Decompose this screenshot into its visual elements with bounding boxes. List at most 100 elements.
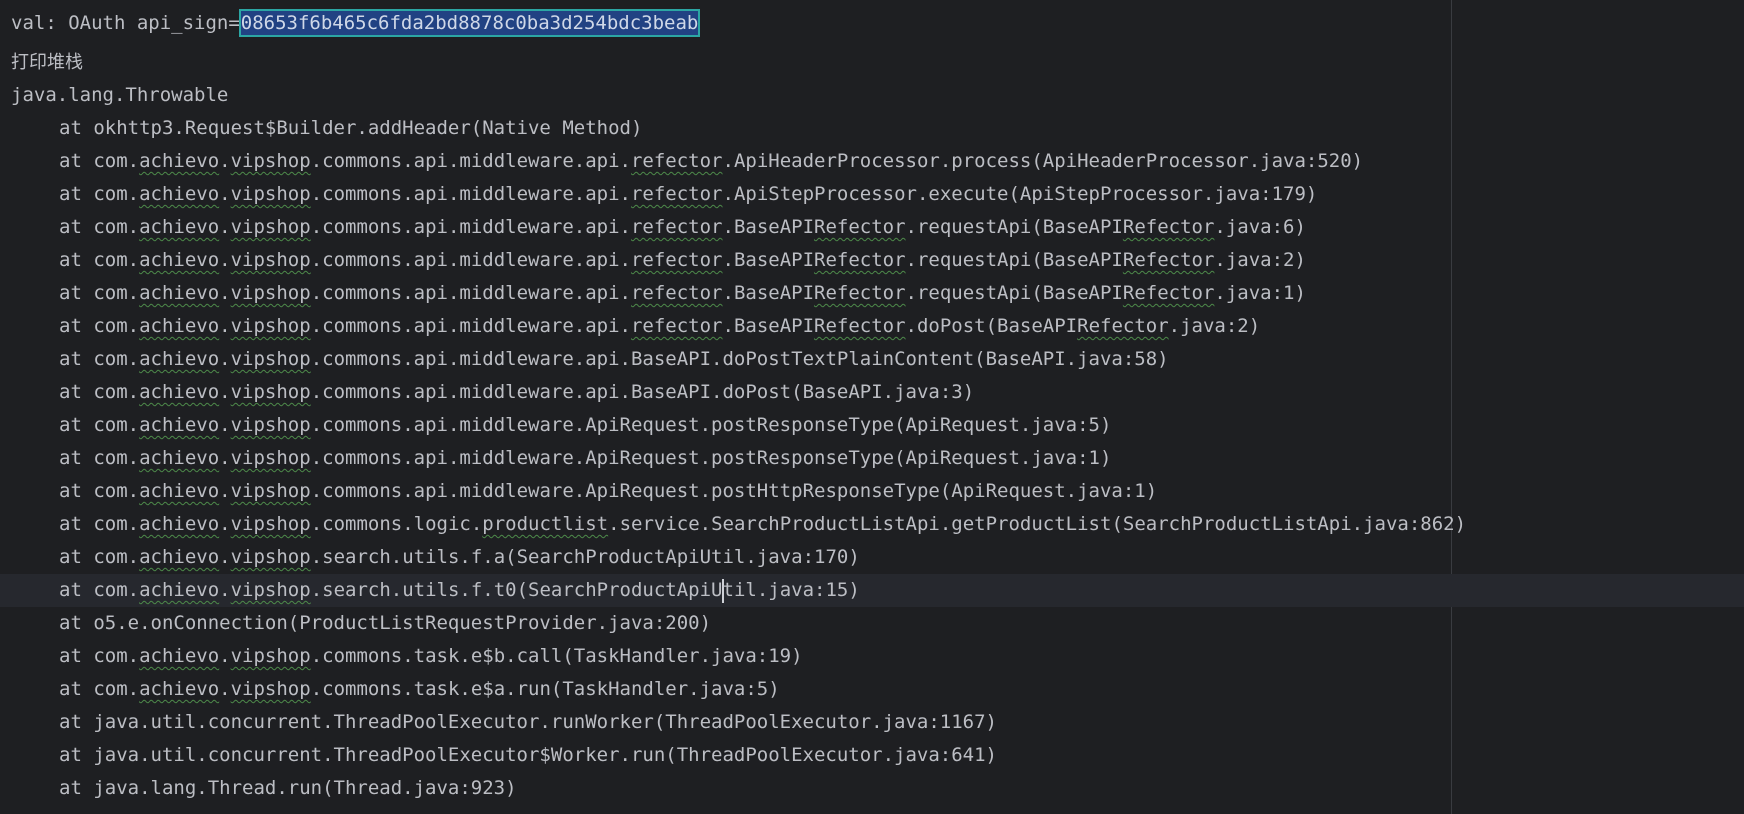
stack-frame-text: .BaseAPI — [722, 282, 815, 304]
stack-frame-line[interactable]: at com.achievo.vipshop.commons.api.middl… — [0, 376, 1744, 409]
stack-frame-text: . — [219, 183, 231, 205]
stack-frame-text: at com. — [59, 216, 140, 238]
stack-frame-text: .BaseAPI — [722, 216, 815, 238]
stack-frame-text: at com. — [59, 282, 140, 304]
stack-frame-text: .service.SearchProductListApi.getProduct… — [608, 513, 1467, 535]
stack-frame-line[interactable]: at java.lang.Thread.run(Thread.java:923) — [0, 772, 1744, 805]
console-lines: val: OAuth api_sign=08653f6b465c6fda2bd8… — [0, 0, 1744, 805]
stack-frame-line[interactable]: at com.achievo.vipshop.commons.api.middl… — [0, 409, 1744, 442]
typo-word: Refector — [814, 315, 906, 337]
typo-word: Refector — [814, 216, 906, 238]
stack-frame-text: . — [219, 447, 231, 469]
stack-frame-line[interactable]: at com.achievo.vipshop.commons.task.e$a.… — [0, 673, 1744, 706]
stack-frame-text: . — [219, 414, 231, 436]
stack-frame-text: at java.util.concurrent.ThreadPoolExecut… — [59, 744, 997, 766]
stack-frame-line[interactable]: at com.achievo.vipshop.commons.api.middl… — [0, 475, 1744, 508]
stack-frame-text: at com. — [59, 315, 140, 337]
api-sign-selection[interactable]: 08653f6b465c6fda2bd8878c0ba3d254bdc3beab — [238, 9, 701, 37]
print-stack-line[interactable]: 打印堆栈 — [0, 46, 1744, 79]
stack-frame-text: . — [219, 348, 231, 370]
stack-frame-text: .requestApi(BaseAPI — [905, 249, 1123, 271]
typo-word: Refector — [1122, 282, 1215, 304]
typo-word: refector — [630, 249, 723, 271]
typo-word: Refector — [1122, 216, 1215, 238]
console-output-editor[interactable]: val: OAuth api_sign=08653f6b465c6fda2bd8… — [0, 0, 1744, 814]
stack-frame-line[interactable]: at com.achievo.vipshop.commons.api.middl… — [0, 277, 1744, 310]
typo-word: vipshop — [230, 513, 311, 535]
stack-frame-text: at java.util.concurrent.ThreadPoolExecut… — [59, 711, 997, 733]
stack-frame-text: .commons.api.middleware.api. — [310, 183, 631, 205]
stack-frame-line[interactable]: at com.achievo.vipshop.commons.api.middl… — [0, 343, 1744, 376]
stack-frame-text: at com. — [59, 183, 140, 205]
stack-frame-line[interactable]: at com.achievo.vipshop.commons.api.middl… — [0, 442, 1744, 475]
stack-frame-text: .BaseAPI — [722, 249, 815, 271]
api-sign-line[interactable]: val: OAuth api_sign=08653f6b465c6fda2bd8… — [0, 0, 1744, 46]
typo-word: achievo — [139, 150, 220, 172]
stack-frame-text: . — [219, 645, 231, 667]
typo-word: vipshop — [230, 645, 311, 667]
typo-word: vipshop — [230, 414, 311, 436]
print-stack-label: 打印堆栈 — [11, 52, 83, 73]
typo-word: Refector — [1077, 315, 1169, 337]
stack-frame-line[interactable]: at com.achievo.vipshop.commons.api.middl… — [0, 178, 1744, 211]
typo-word: achievo — [139, 678, 220, 700]
typo-word: vipshop — [230, 480, 311, 502]
stack-frame-line[interactable]: at com.achievo.vipshop.commons.api.middl… — [0, 310, 1744, 343]
stack-frame-text: . — [219, 579, 231, 601]
stack-frame-text: .commons.api.middleware.api. — [310, 216, 631, 238]
stack-frame-text: at com. — [59, 249, 140, 271]
stack-frame-line[interactable]: at com.achievo.vipshop.commons.api.middl… — [0, 244, 1744, 277]
typo-word: vipshop — [230, 348, 311, 370]
stack-frame-text: .ApiHeaderProcessor.process(ApiHeaderPro… — [722, 150, 1364, 172]
val-prefix: val: OAuth api_sign= — [11, 12, 240, 34]
stack-frame-line[interactable]: at com.achievo.vipshop.commons.task.e$b.… — [0, 640, 1744, 673]
typo-word: achievo — [139, 216, 220, 238]
typo-word: Refector — [1122, 249, 1215, 271]
stack-frame-text: . — [219, 249, 231, 271]
stack-frame-line[interactable]: at okhttp3.Request$Builder.addHeader(Nat… — [0, 112, 1744, 145]
stack-frame-text: . — [219, 150, 231, 172]
stack-frame-text: . — [219, 480, 231, 502]
stack-frame-text: at com. — [59, 513, 140, 535]
stack-frame-line[interactable]: at com.achievo.vipshop.commons.api.middl… — [0, 145, 1744, 178]
stack-frame-text: . — [219, 216, 231, 238]
typo-word: achievo — [139, 645, 220, 667]
stack-frame-text: .requestApi(BaseAPI — [905, 282, 1123, 304]
typo-word: achievo — [139, 381, 220, 403]
stack-frame-line[interactable]: at com.achievo.vipshop.commons.logic.pro… — [0, 508, 1744, 541]
stack-frame-line[interactable]: at java.util.concurrent.ThreadPoolExecut… — [0, 739, 1744, 772]
stack-frame-line[interactable]: at o5.e.onConnection(ProductListRequestP… — [0, 607, 1744, 640]
stack-frame-text: .doPost(BaseAPI — [905, 315, 1078, 337]
typo-word: achievo — [139, 513, 220, 535]
stack-frame-text: til.java:15) — [722, 579, 860, 601]
stack-frame-text: .commons.api.middleware.ApiRequest.postR… — [310, 414, 1112, 436]
stack-frame-text: at o5.e.onConnection(ProductListRequestP… — [59, 612, 712, 634]
stack-frame-line[interactable]: at java.util.concurrent.ThreadPoolExecut… — [0, 706, 1744, 739]
stack-frame-text: at com. — [59, 381, 140, 403]
typo-word: vipshop — [230, 315, 311, 337]
stack-frame-text: at com. — [59, 678, 140, 700]
typo-word: vipshop — [230, 150, 311, 172]
exception-line[interactable]: java.lang.Throwable — [0, 79, 1744, 112]
typo-word: Refector — [814, 249, 906, 271]
typo-word: vipshop — [230, 249, 311, 271]
stack-frame-line[interactable]: at com.achievo.vipshop.search.utils.f.a(… — [0, 541, 1744, 574]
stack-frame-text: at com. — [59, 645, 140, 667]
stack-frame-line[interactable]: at com.achievo.vipshop.search.utils.f.t0… — [0, 574, 1744, 607]
stack-frame-text: .java:6) — [1214, 216, 1306, 238]
stack-frame-text: .commons.logic. — [310, 513, 483, 535]
stack-frame-text: . — [219, 282, 231, 304]
stack-frame-text: .requestApi(BaseAPI — [905, 216, 1123, 238]
stack-frame-text: at com. — [59, 447, 140, 469]
stack-frame-text: .commons.task.e$a.run(TaskHandler.java:5… — [310, 678, 780, 700]
stack-frame-text: .java:1) — [1214, 282, 1306, 304]
typo-word: achievo — [139, 579, 220, 601]
typo-word: refector — [630, 216, 723, 238]
stack-frame-text: .commons.task.e$b.call(TaskHandler.java:… — [310, 645, 803, 667]
stack-frame-text: at com. — [59, 579, 140, 601]
stack-frame-text: .commons.api.middleware.api. — [310, 249, 631, 271]
stack-frame-text: . — [219, 513, 231, 535]
stack-frame-line[interactable]: at com.achievo.vipshop.commons.api.middl… — [0, 211, 1744, 244]
typo-word: vipshop — [230, 183, 311, 205]
typo-word: achievo — [139, 282, 220, 304]
